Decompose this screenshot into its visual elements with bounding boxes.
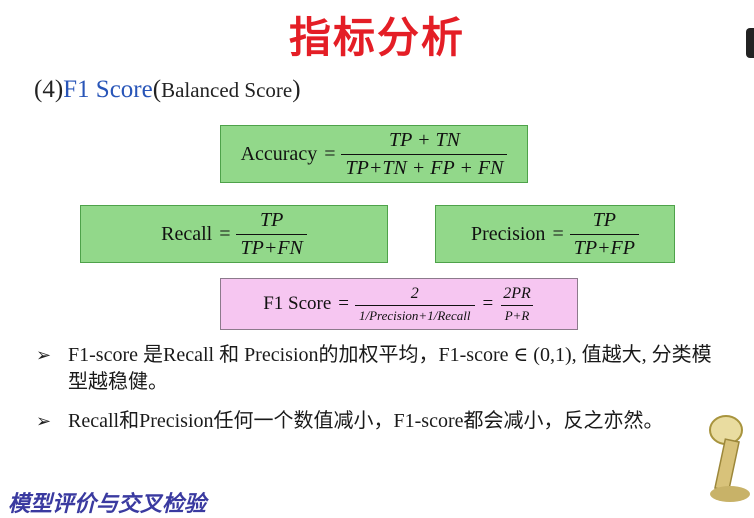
subtitle-paren-close: )	[292, 76, 301, 103]
f1-numerator-2: 2PR	[503, 284, 531, 302]
subtitle-term: F1 Score	[63, 76, 153, 103]
subtitle-index: (4)	[34, 76, 64, 103]
footer-text: 模型评价与交叉检验	[8, 491, 207, 516]
bullet-text: Recall和Precision任何一个数值减小，F1-score都会减小，反之…	[68, 410, 664, 432]
recall-equals: =	[219, 222, 231, 245]
precision-fraction: TP TP+FP	[569, 208, 639, 260]
recall-label: Recall	[161, 222, 213, 245]
bullet-text: F1-score 是Recall 和 Precision的加权平均，F1-sco…	[68, 344, 712, 393]
subtitle-note: Balanced Score	[161, 78, 293, 102]
bullet-item: ➢ Recall和Precision任何一个数值减小，F1-score都会减小，…	[36, 408, 726, 435]
recall-formula-box: Recall = TP TP+FN	[80, 205, 388, 263]
accuracy-denominator: TP+TN + FP + FN	[341, 153, 508, 180]
f1-denominator: 1/Precision+1/Recall	[354, 304, 475, 324]
f1-denominator-2: P+R	[500, 304, 534, 324]
side-tab	[746, 28, 754, 58]
precision-formula-box: Precision = TP TP+FP	[435, 205, 675, 263]
bullet-list: ➢ F1-score 是Recall 和 Precision的加权平均，F1-s…	[36, 342, 726, 447]
recall-fraction: TP TP+FN	[236, 208, 307, 260]
recall-numerator: TP	[260, 208, 284, 231]
f1-label: F1 Score	[263, 293, 332, 314]
accuracy-formula-box: Accuracy = TP + TN TP+TN + FP + FN	[220, 125, 528, 183]
subtitle: (4)F1 Score(Balanced Score)	[34, 76, 301, 104]
precision-label: Precision	[471, 222, 546, 245]
f1-equals: =	[338, 293, 349, 314]
subtitle-paren-open: (	[152, 76, 162, 103]
accuracy-label: Accuracy	[240, 142, 318, 165]
precision-equals: =	[552, 222, 564, 245]
f1-fraction-2: 2PR P+R	[499, 285, 535, 324]
f1-formula-box: F1 Score = 2 1/Precision+1/Recall = 2PR …	[220, 278, 578, 330]
precision-denominator: TP+FP	[569, 233, 639, 260]
f1-fraction: 2 1/Precision+1/Recall	[354, 284, 475, 324]
recall-denominator: TP+FN	[236, 233, 307, 260]
bullet-item: ➢ F1-score 是Recall 和 Precision的加权平均，F1-s…	[36, 342, 726, 396]
f1-numerator: 2	[410, 284, 419, 302]
decorative-figure-icon	[709, 415, 750, 502]
f1-equals-2: =	[482, 293, 494, 314]
arrow-bullet-icon: ➢	[36, 411, 52, 431]
accuracy-fraction: TP + TN TP+TN + FP + FN	[341, 128, 508, 180]
accuracy-numerator: TP + TN	[388, 128, 460, 151]
accuracy-equals: =	[324, 142, 336, 165]
slide-title: 指标分析	[288, 13, 465, 62]
precision-numerator: TP	[592, 208, 617, 231]
arrow-bullet-icon: ➢	[36, 345, 52, 365]
